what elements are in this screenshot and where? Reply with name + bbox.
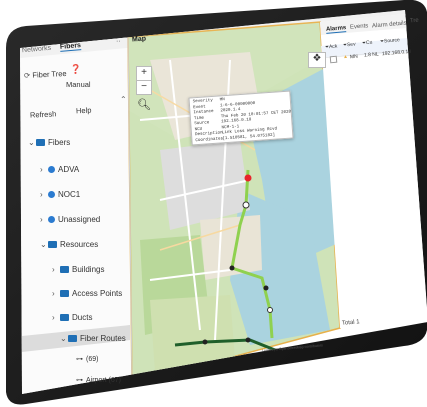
alarms-total: Total 1 xyxy=(341,319,360,327)
refresh-button[interactable]: Refresh xyxy=(30,109,57,119)
column-ack[interactable]: ⏷Ack xyxy=(325,43,338,50)
tab-map[interactable]: Map xyxy=(132,36,146,44)
map-search-icon[interactable]: 🔍︎ xyxy=(137,98,151,111)
tree-item-fiber-routes[interactable]: ⌄ Fiber Routes xyxy=(60,334,126,343)
warning-icon: ▲ xyxy=(342,53,349,61)
chevron-right-icon: › xyxy=(52,265,55,274)
fiber-route-icon: ⊶ xyxy=(76,356,83,363)
zoom-out-button[interactable]: − xyxy=(136,80,152,95)
fiber-tree-label: Fiber Tree xyxy=(32,68,67,80)
tree-item-adva[interactable]: › ADVA xyxy=(40,165,79,174)
column-sev[interactable]: ⏷Sev xyxy=(343,41,356,48)
popup-value: 192.168.0.18 xyxy=(221,118,252,125)
tree-item-route-airport[interactable]: ⊶ Airport (67) xyxy=(76,376,121,384)
help-circle-icon[interactable]: ❓ xyxy=(70,64,81,75)
tree-item-fibers[interactable]: ⌄ Fibers xyxy=(28,138,70,147)
chevron-down-icon: ⌄ xyxy=(40,240,47,249)
popup-value: NCM-1-1 xyxy=(221,124,240,130)
user-icon xyxy=(48,191,55,198)
popup-key: Source xyxy=(194,121,210,127)
folder-icon xyxy=(48,241,57,248)
alarm-source: 192.168.0.18 xyxy=(381,48,412,58)
tree-item-label: Fiber Routes xyxy=(80,334,126,343)
app-screen: Networks Fibers ·· Map ⟳ Fiber Tree ❓ Ma… xyxy=(0,0,427,407)
tab-map-dots: ·· xyxy=(116,38,121,45)
layers-icon[interactable]: ❖ xyxy=(308,52,326,68)
tree-item-access-points[interactable]: › Access Points xyxy=(52,289,122,298)
tree-item-label: ADVA xyxy=(58,165,80,174)
tree-item-resources[interactable]: ⌄ Resources xyxy=(40,240,98,249)
tree-item-label: Ducts xyxy=(72,313,93,322)
tab-events[interactable]: Events xyxy=(350,23,369,31)
alarm-popup: Severity MN Event 1-6-6-00000000 Instanc… xyxy=(188,90,294,146)
fiber-tree-button[interactable]: ⟳ Fiber Tree xyxy=(24,69,67,80)
chevron-right-icon: › xyxy=(40,215,43,224)
folder-icon xyxy=(60,266,69,273)
tree-item-route-69[interactable]: ⊶ (69) xyxy=(76,355,98,363)
tree-item-noc1[interactable]: › NOC1 xyxy=(40,190,80,199)
popup-key: Event xyxy=(193,104,206,110)
ack-checkbox[interactable] xyxy=(329,55,338,64)
folder-icon xyxy=(36,139,45,146)
zoom-in-button[interactable]: + xyxy=(136,66,152,81)
tree-item-ducts[interactable]: › Ducts xyxy=(52,313,92,322)
tree-item-label: Unassigned xyxy=(58,215,101,224)
popup-value: 2020.1.4 xyxy=(220,108,241,114)
alarm-sev: MN xyxy=(349,53,359,61)
chevron-right-icon: › xyxy=(52,313,55,322)
alarm-cu: 1.8 NL xyxy=(363,51,379,59)
fiber-tree-icon: ⟳ xyxy=(23,70,31,81)
tab-fibers[interactable]: Fibers xyxy=(59,42,82,52)
popup-value: 1-6-6-00000000 xyxy=(219,101,256,108)
folder-icon xyxy=(60,314,69,321)
tab-alarms[interactable]: Alarms xyxy=(325,25,347,34)
tab-alarm-details[interactable]: Alarm details xyxy=(372,20,407,29)
tab-tree[interactable]: Tre xyxy=(410,18,419,25)
user-icon xyxy=(48,166,55,173)
tree-item-label: Airport (67) xyxy=(86,377,122,384)
map-attribution: Leaflet | © OpenStreetMap contributors xyxy=(261,343,323,353)
tree-item-label: Resources xyxy=(60,240,99,249)
tree-item-label: Fibers xyxy=(48,138,71,147)
tree-item-buildings[interactable]: › Buildings xyxy=(52,265,104,274)
chevron-right-icon: › xyxy=(40,190,43,199)
popup-key: Instance xyxy=(193,109,214,116)
popup-key: NCU xyxy=(194,127,203,132)
chevron-down-icon: ⌄ xyxy=(60,334,67,343)
tree-item-label: (69) xyxy=(86,356,99,363)
collapse-chevron-icon[interactable]: ⌃ xyxy=(120,95,127,104)
tree-item-label: Buildings xyxy=(72,265,105,274)
chevron-right-icon: › xyxy=(52,289,55,298)
help-button[interactable]: Help xyxy=(76,106,92,116)
column-cu[interactable]: ⏷Cu xyxy=(362,40,373,47)
folder-icon xyxy=(68,335,77,342)
column-source[interactable]: ⏷Source xyxy=(380,37,400,45)
user-icon xyxy=(48,216,55,223)
tablet-device: Networks Fibers ·· Map ⟳ Fiber Tree ❓ Ma… xyxy=(0,0,427,407)
popup-key: Time xyxy=(193,116,205,121)
popup-value: MN xyxy=(219,98,225,103)
folder-icon xyxy=(60,290,69,297)
popup-key: Severity xyxy=(192,98,213,105)
chevron-down-icon: ⌄ xyxy=(28,138,35,147)
tree-item-label: Access Points xyxy=(72,289,123,298)
tab-networks[interactable]: Networks xyxy=(22,45,52,55)
popup-key: Coordinates xyxy=(195,136,224,143)
tree-item-label: NOC1 xyxy=(58,190,81,199)
chevron-right-icon: › xyxy=(40,165,43,174)
manual-button[interactable]: Manual xyxy=(66,80,91,89)
fiber-route-icon: ⊶ xyxy=(76,377,83,384)
tree-item-unassigned[interactable]: › Unassigned xyxy=(40,215,100,224)
